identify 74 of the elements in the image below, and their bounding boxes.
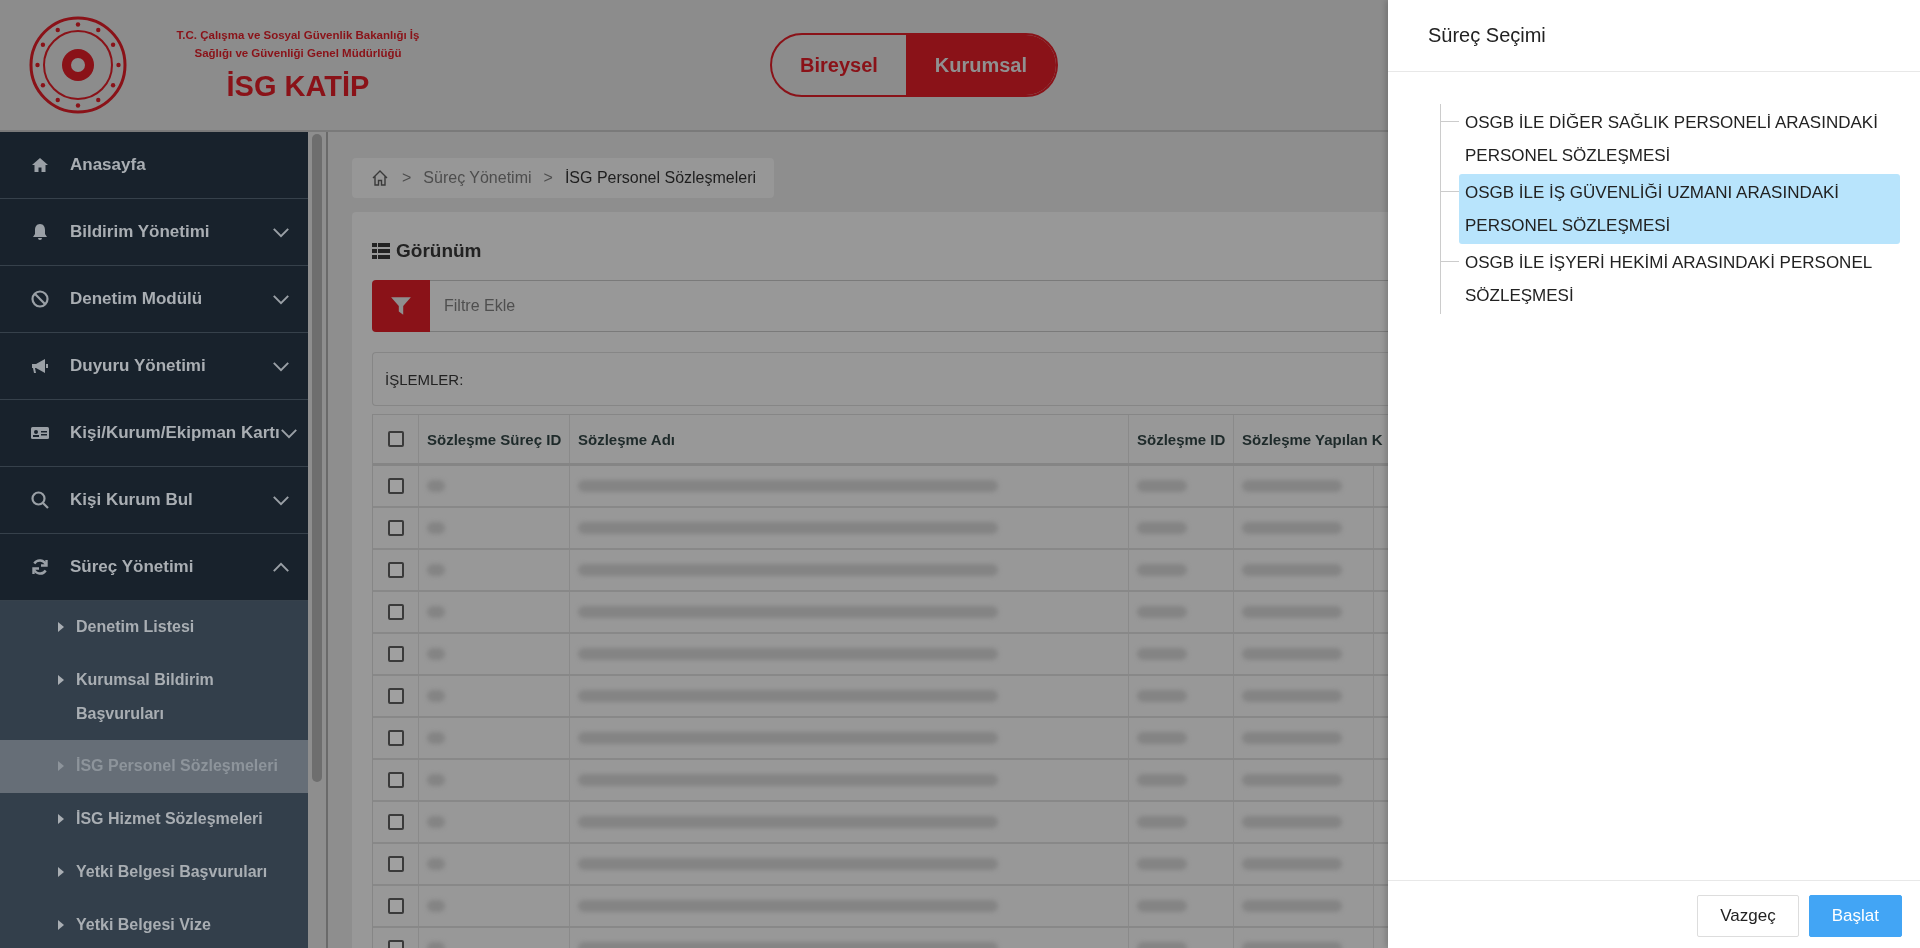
checkbox[interactable] (387, 520, 404, 536)
submenu-label: Yetki Belgesi Başvuruları (76, 862, 268, 882)
checkbox[interactable] (387, 730, 404, 746)
drawer-title: Süreç Seçimi (1388, 0, 1920, 72)
caret-icon (58, 920, 64, 930)
sidebar-item-label: Kişi/Kurum/Ekipman Kartı (70, 423, 280, 443)
sidebar-item[interactable]: Anasayfa (0, 132, 308, 199)
emblem-logo-icon (28, 15, 128, 115)
submenu-label: Yetki Belgesi Vize (76, 915, 211, 935)
caret-icon (58, 814, 64, 824)
actions-label: İŞLEMLER: (385, 370, 464, 388)
tree-item[interactable]: OSGB İLE İŞ GÜVENLİĞİ UZMANI ARASINDAKİ PERSONEL SÖZLEŞMESİ (1459, 174, 1900, 244)
breadcrumb-link[interactable]: İSG Personel Sözleşmeleri (564, 169, 757, 187)
filter-icon (390, 295, 412, 317)
breadcrumb-link[interactable]: Süreç Yönetimi (423, 169, 532, 187)
caret-icon (58, 622, 64, 632)
checkbox[interactable] (387, 646, 404, 662)
caret-icon (58, 867, 64, 877)
bell-icon (30, 222, 50, 242)
scrollbar-thumb[interactable] (312, 134, 322, 782)
column-header[interactable]: Sözleşme Yapılan K (1234, 415, 1388, 463)
checkbox[interactable] (387, 562, 404, 578)
panel-title: Görünüm (396, 240, 482, 262)
tree-item[interactable]: OSGB İLE DİĞER SAĞLIK PERSONELİ ARASINDAKİ PERSONEL SÖZLEŞMESİ (1459, 104, 1900, 174)
bullhorn-icon (30, 356, 50, 376)
caret-icon (58, 761, 64, 771)
submenu-label: İSG Hizmet Sözleşmeleri (76, 809, 263, 829)
checkbox[interactable] (387, 814, 404, 830)
submenu-item[interactable]: İSG Hizmet Sözleşmeleri (0, 793, 308, 846)
ban-icon (30, 289, 50, 309)
column-header[interactable]: Sözleşme Adı (570, 415, 1129, 463)
column-header[interactable]: Sözleşme Süreç ID (419, 415, 570, 463)
ministry-name: T.C. Çalışma ve Sosyal Güvenlik Bakanlığı İş Sağlığı ve Güvenliği Genel Müdürlüğü (175, 28, 421, 61)
checkbox[interactable] (387, 688, 404, 704)
submenu-item[interactable]: Denetim Listesi (0, 601, 308, 654)
caret-icon (58, 675, 64, 685)
tree-item[interactable]: OSGB İLE İŞYERİ HEKİMİ ARASINDAKİ PERSONEL SÖZLEŞMESİ (1459, 244, 1900, 314)
sidebar-item-label: Denetim Modülü (70, 289, 204, 309)
sidebar-item-label: Bildirim Yönetimi (70, 222, 211, 242)
submenu-label: Denetim Listesi (76, 617, 195, 637)
checkbox[interactable] (387, 856, 404, 872)
checkbox[interactable] (387, 772, 404, 788)
sidebar-item[interactable]: Kişi Kurum Bul (0, 467, 308, 534)
filter-button[interactable] (372, 280, 430, 332)
sidebar-item[interactable]: Bildirim Yönetimi (0, 199, 308, 266)
sidebar-item-label: Duyuru Yönetimi (70, 356, 207, 376)
column-header[interactable]: Sözleşme ID (1129, 415, 1234, 463)
start-button[interactable]: Başlat (1808, 895, 1902, 937)
checkbox[interactable] (387, 478, 404, 494)
sidebar-item[interactable]: Denetim Modülü (0, 266, 308, 333)
submenu-item[interactable]: Kurumsal Bildirim Başvuruları (0, 654, 308, 740)
home-icon[interactable] (370, 168, 390, 188)
breadcrumb-separator: > (402, 169, 412, 187)
sidebar-item[interactable]: Duyuru Yönetimi (0, 333, 308, 400)
sync-icon (30, 557, 50, 577)
submenu-item[interactable]: Yetki Belgesi Vize (0, 899, 308, 948)
cancel-button[interactable]: Vazgeç (1697, 895, 1799, 937)
sidebar-item-label: Süreç Yönetimi (70, 557, 195, 577)
breadcrumb-separator: > (543, 169, 553, 187)
list-icon (372, 243, 390, 259)
search-icon (30, 490, 50, 510)
checkbox[interactable] (387, 431, 404, 447)
mode-tab[interactable]: Bireysel (772, 35, 906, 95)
mode-tab[interactable]: Kurumsal (905, 35, 1056, 95)
sidebar-item[interactable]: Kişi/Kurum/Ekipman Kartı (0, 400, 308, 467)
submenu-label: Kurumsal Bildirim Başvuruları (76, 670, 215, 724)
home-icon (30, 155, 50, 175)
sidebar-item-label: Anasayfa (70, 155, 147, 175)
checkbox[interactable] (387, 604, 404, 620)
checkbox[interactable] (387, 898, 404, 914)
sidebar-item-label: Kişi Kurum Bul (70, 490, 194, 510)
submenu-item[interactable]: Yetki Belgesi Başvuruları (0, 846, 308, 899)
filter-field[interactable]: Filtre Ekle (430, 280, 1388, 332)
app-title: İSG KATİP (226, 69, 370, 103)
